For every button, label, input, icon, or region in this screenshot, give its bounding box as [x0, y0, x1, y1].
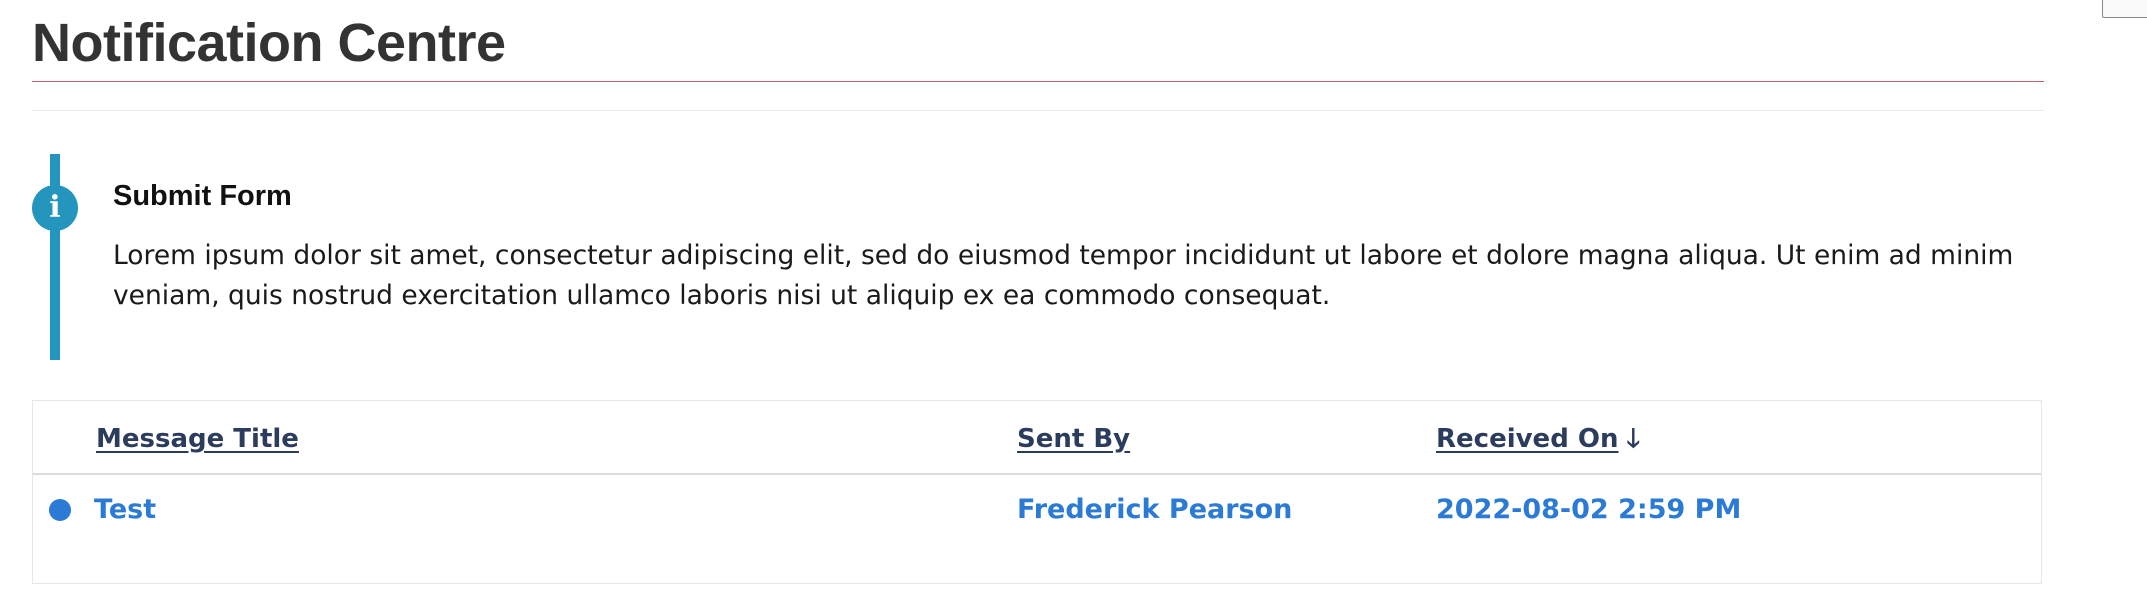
callout-heading: Submit Form — [113, 180, 292, 212]
sent-by-link[interactable]: Frederick Pearson — [1017, 491, 1292, 529]
message-title-link[interactable]: Test — [94, 491, 156, 529]
info-icon: i — [32, 185, 78, 231]
column-header-label: Message Title — [96, 424, 299, 454]
column-header-label: Sent By — [1017, 424, 1131, 454]
info-callout: i Submit Form Lorem ipsum dolor sit amet… — [32, 154, 2044, 360]
received-on-link[interactable]: 2022-08-02 2:59 PM — [1436, 491, 1741, 529]
window-corner-control[interactable] — [2102, 0, 2147, 18]
messages-table: Message Title Sent By Received On 🡓 Test … — [32, 400, 2042, 584]
column-header-received-on[interactable]: Received On 🡓 — [1436, 421, 1640, 457]
column-header-label: Received On — [1436, 424, 1619, 454]
arrow-down-icon: 🡓 — [1626, 424, 1641, 454]
page-title: Notification Centre — [32, 13, 506, 73]
column-header-message-title[interactable]: Message Title — [96, 421, 299, 457]
title-divider — [32, 81, 2044, 82]
column-header-sent-by[interactable]: Sent By — [1017, 421, 1130, 457]
table-row[interactable]: Test Frederick Pearson 2022-08-02 2:59 P… — [33, 475, 2041, 583]
notification-centre-page: Notification Centre i Submit Form Lorem … — [0, 0, 2147, 589]
callout-body: Lorem ipsum dolor sit amet, consectetur … — [113, 240, 2014, 311]
unread-indicator-icon — [49, 499, 71, 521]
table-header-row: Message Title Sent By Received On 🡓 — [33, 401, 2041, 475]
section-divider — [32, 110, 2044, 111]
